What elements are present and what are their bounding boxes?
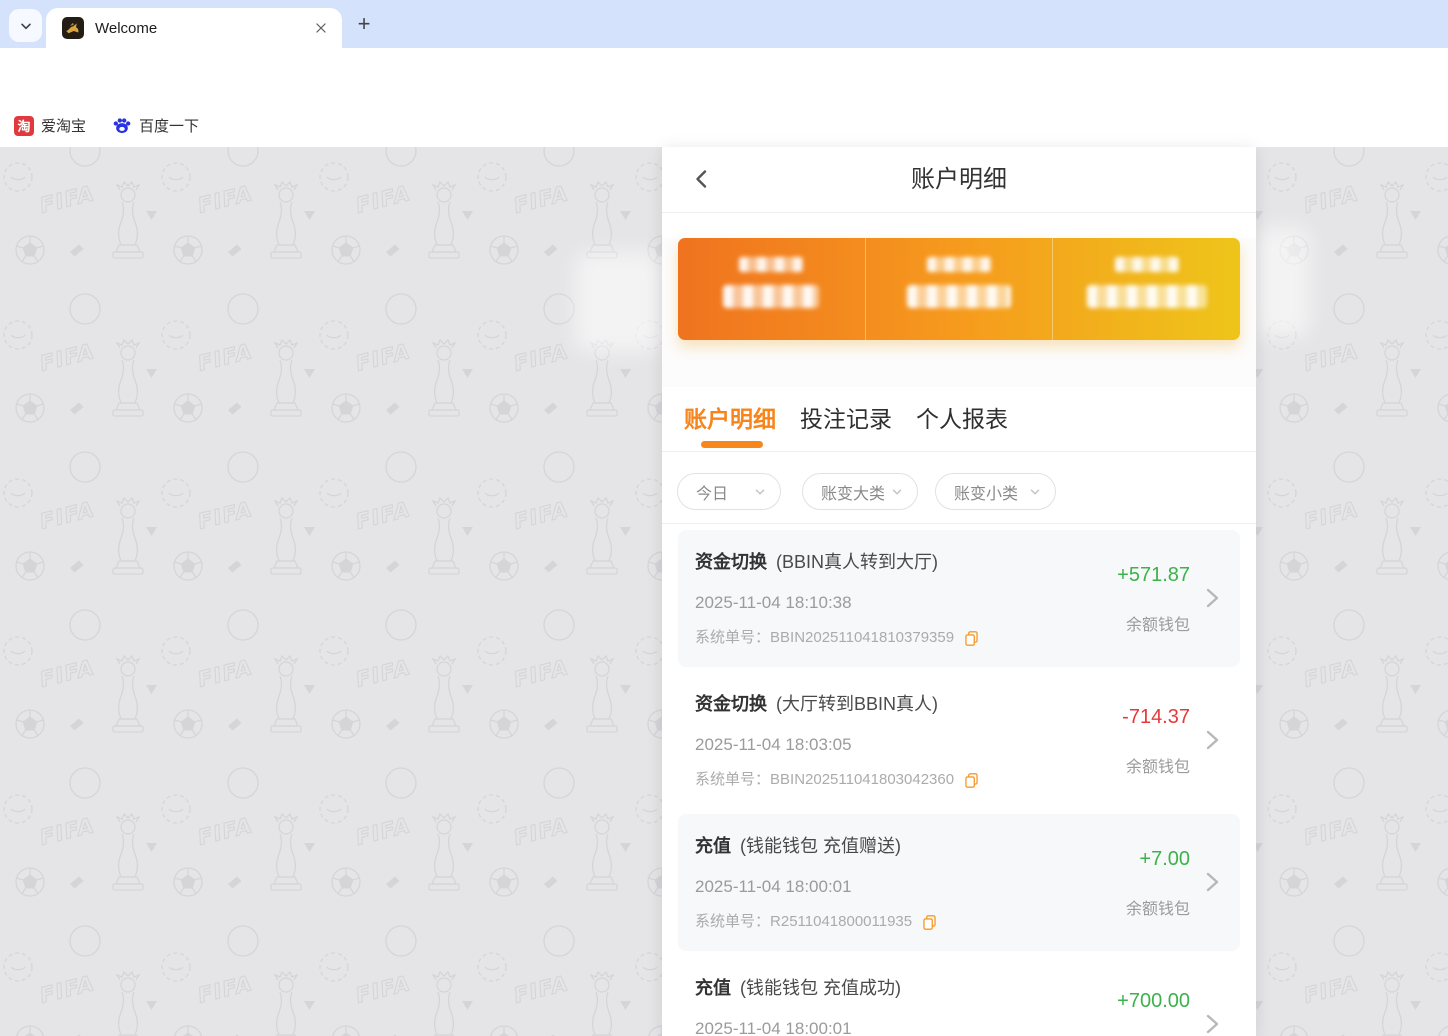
transaction-amount-block: +7.00 余额钱包 [1126, 848, 1190, 919]
transaction-type: 充值 [695, 836, 731, 856]
blurred-label [927, 257, 991, 272]
blurred-label [1115, 257, 1179, 272]
copy-icon[interactable] [962, 629, 981, 648]
transaction-type: 资金切换 [695, 552, 767, 572]
transaction-detail: (大厅转到BBIN真人) [776, 694, 938, 714]
order-number-label: 系统单号： [695, 628, 770, 648]
tab-search-button[interactable] [9, 9, 42, 42]
chevron-right-icon[interactable] [1204, 586, 1222, 610]
tab-bet-records[interactable]: 投注记录 [800, 400, 892, 451]
filter-minor-category-dropdown[interactable]: 账变小类 [935, 473, 1056, 510]
wallet-name: 余额钱包 [1122, 753, 1190, 777]
tab-personal-report[interactable]: 个人报表 [916, 400, 1008, 451]
transaction-detail: (BBIN真人转到大厅) [776, 552, 938, 572]
bookmark-taobao[interactable]: 淘 爱淘宝 [14, 115, 86, 136]
page-title: 账户明细 [662, 147, 1256, 212]
transaction-amount-block: +571.87 余额钱包 [1117, 564, 1190, 635]
order-number-label: 系统单号： [695, 770, 770, 790]
transaction-type: 充值 [695, 978, 731, 998]
site-favicon [62, 17, 84, 39]
report-tabs: 账户明细 投注记录 个人报表 [662, 387, 1256, 451]
page-background: FIFA [0, 147, 1448, 1036]
back-chevron-icon[interactable] [690, 167, 714, 191]
transaction-row[interactable]: 充值(钱能钱包 充值成功) 2025-11-04 18:00:01 系统单号： … [678, 956, 1240, 1036]
close-icon [314, 21, 328, 35]
summary-col-1 [678, 238, 865, 340]
tab-title: Welcome [95, 20, 312, 37]
transaction-amount-block: +700.00 余额钱包 [1117, 990, 1190, 1036]
divider [662, 212, 1256, 213]
transaction-row[interactable]: 充值(钱能钱包 充值赠送) 2025-11-04 18:00:01 系统单号： … [678, 814, 1240, 951]
transaction-detail: (钱能钱包 充值赠送) [740, 836, 901, 856]
chevron-down-icon [18, 18, 34, 34]
order-number: BBIN202511041810379359 [770, 628, 954, 648]
transaction-row[interactable]: 资金切换(大厅转到BBIN真人) 2025-11-04 18:03:05 系统单… [678, 672, 1240, 809]
new-tab-button[interactable]: + [350, 10, 378, 38]
background-blur-smudge [1254, 227, 1310, 337]
chevron-down-icon [753, 485, 767, 499]
order-number: R2511041800011935 [770, 912, 912, 932]
filters-row: 今日 账变大类 账变小类 [662, 452, 1256, 523]
screen: Welcome + 175616.cc/reports/index 淘 爱淘宝 … [0, 0, 1448, 1036]
transaction-amount: -714.37 [1122, 706, 1190, 729]
summary-section [662, 238, 1256, 387]
filter-label: 今日 [696, 480, 728, 504]
transaction-amount: +700.00 [1117, 990, 1190, 1013]
order-number-label: 系统单号： [695, 912, 770, 932]
summary-col-2 [865, 238, 1053, 340]
wallet-name: 余额钱包 [1126, 895, 1190, 919]
background-blur-smudge [575, 252, 663, 352]
bookmark-label: 爱淘宝 [41, 115, 86, 136]
transaction-detail: (钱能钱包 充值成功) [740, 978, 901, 998]
chevron-right-icon[interactable] [1204, 870, 1222, 894]
filter-label: 账变小类 [954, 480, 1018, 504]
bookmark-label: 百度一下 [139, 115, 199, 136]
copy-icon[interactable] [920, 913, 939, 932]
browser-toolbar: 175616.cc/reports/index [0, 48, 1448, 104]
blurred-value [907, 285, 1011, 308]
balance-summary-card[interactable] [678, 238, 1240, 340]
active-tab-underline [701, 441, 763, 448]
transaction-type: 资金切换 [695, 694, 767, 714]
tab-close-button[interactable] [312, 19, 330, 37]
transaction-amount: +571.87 [1117, 564, 1190, 587]
browser-tab[interactable]: Welcome [46, 8, 342, 48]
account-detail-panel: 账户明细 [662, 147, 1256, 1036]
bookmarks-bar: 淘 爱淘宝 百度一下 [0, 104, 1448, 147]
panel-header: 账户明细 [662, 147, 1256, 212]
copy-icon[interactable] [962, 771, 981, 790]
chevron-down-icon [890, 485, 904, 499]
chevron-right-icon[interactable] [1204, 728, 1222, 752]
order-number: BBIN202511041803042360 [770, 770, 954, 790]
blurred-value [723, 285, 819, 308]
transaction-list: 资金切换(BBIN真人转到大厅) 2025-11-04 18:10:38 系统单… [662, 524, 1256, 1036]
filter-major-category-dropdown[interactable]: 账变大类 [802, 473, 918, 510]
baidu-paw-icon [112, 116, 132, 136]
transaction-row[interactable]: 资金切换(BBIN真人转到大厅) 2025-11-04 18:10:38 系统单… [678, 530, 1240, 667]
filter-date-dropdown[interactable]: 今日 [677, 473, 781, 510]
filter-label: 账变大类 [821, 480, 885, 504]
wallet-name: 余额钱包 [1117, 611, 1190, 635]
chevron-right-icon[interactable] [1204, 1012, 1222, 1036]
bookmark-baidu[interactable]: 百度一下 [112, 115, 199, 136]
transaction-amount: +7.00 [1126, 848, 1190, 871]
blurred-label [739, 257, 803, 272]
chevron-down-icon [1028, 485, 1042, 499]
browser-tab-strip: Welcome + [0, 0, 1448, 48]
blurred-value [1087, 285, 1207, 308]
transaction-amount-block: -714.37 余额钱包 [1122, 706, 1190, 777]
taobao-icon: 淘 [14, 116, 34, 136]
summary-col-3 [1052, 238, 1240, 340]
